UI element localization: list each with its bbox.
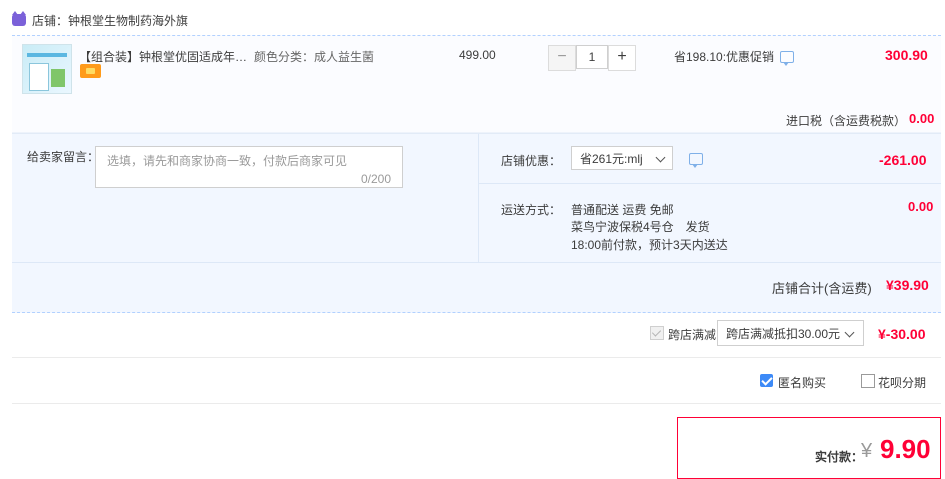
divider — [12, 262, 941, 263]
message-label: 给卖家留言： — [27, 150, 100, 164]
payment-value: 9.90 — [880, 434, 931, 464]
store-name[interactable]: 店铺：钟根堂生物制药海外旗 — [32, 12, 188, 29]
coupon-select[interactable]: 省261元:mlj — [571, 146, 673, 170]
shipping-value: 0.00 — [908, 199, 934, 214]
chevron-down-icon — [655, 152, 666, 163]
payment-label: 实付款： — [815, 450, 864, 464]
chat-icon[interactable] — [689, 153, 703, 168]
divider — [12, 357, 941, 358]
product-title[interactable]: 【组合装】钟根堂优固适成年女... — [79, 48, 249, 65]
promo-text: 省198.10:优惠促销 — [674, 50, 775, 64]
shipping-eta: 18:00前付款，预计3天内送达 — [571, 238, 728, 252]
increase-quantity-button[interactable]: + — [608, 45, 636, 71]
shipping-warehouse: 菜鸟宁波保税4号仓 发货 — [571, 220, 710, 234]
tax-value: 0.00 — [909, 111, 935, 126]
divider — [478, 134, 479, 262]
huabei-checkbox[interactable] — [861, 374, 875, 388]
divider — [12, 403, 941, 404]
divider — [479, 183, 941, 184]
payment-currency: ¥ — [861, 440, 873, 462]
cross-store-checkbox[interactable] — [650, 326, 664, 340]
message-char-count: 0/200 — [361, 172, 392, 186]
chat-icon[interactable] — [780, 50, 795, 66]
huabei-label[interactable]: 花呗分期 — [878, 374, 926, 391]
promo-info: 省198.10:优惠促销 — [674, 48, 795, 66]
quantity-stepper: − + — [548, 45, 636, 71]
shipping-method: 普通配送 运费 免邮 — [571, 203, 674, 217]
item-subtotal: 300.90 — [885, 47, 928, 63]
cross-store-selected: 跨店满减抵扣30.00元 — [726, 326, 841, 341]
coupon-selected: 省261元:mlj — [580, 151, 643, 166]
decrease-quantity-button[interactable]: − — [548, 45, 576, 71]
shipping-label: 运送方式： — [501, 203, 562, 217]
coupon-label: 店铺优惠： — [501, 154, 562, 168]
quantity-input[interactable] — [576, 45, 608, 69]
coupon-value: -261.00 — [879, 152, 927, 168]
store-total-value: ¥39.90 — [886, 277, 929, 293]
tmall-cat-icon — [12, 11, 26, 26]
tax-label: 进口税（含运费税款） — [786, 114, 907, 128]
anonymous-label[interactable]: 匿名购买 — [778, 374, 826, 391]
product-thumbnail[interactable] — [22, 44, 72, 94]
store-total-label: 店铺合计(含运费) — [772, 281, 872, 296]
cross-store-label: 跨店满减 — [668, 328, 717, 342]
product-sku: 颜色分类：成人益生菌 — [254, 50, 375, 64]
cross-store-value: ¥-30.00 — [878, 326, 926, 342]
cross-store-select[interactable]: 跨店满减抵扣30.00元 — [717, 320, 864, 346]
chevron-down-icon — [844, 327, 855, 338]
message-placeholder: 选填，请先和商家协商一致，付款后商家可见 — [107, 154, 348, 168]
unit-price: 499.00 — [459, 48, 496, 62]
anonymous-checkbox[interactable] — [760, 374, 773, 387]
credit-card-icon — [80, 64, 101, 78]
store-header: 店铺：钟根堂生物制药海外旗 — [12, 11, 188, 29]
